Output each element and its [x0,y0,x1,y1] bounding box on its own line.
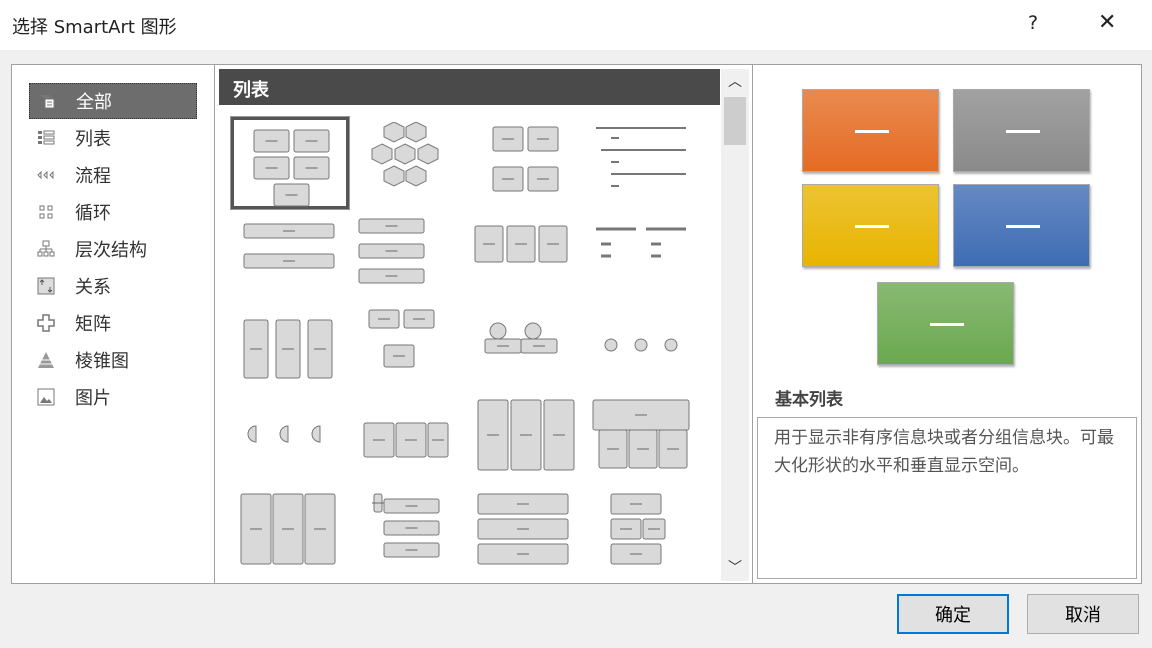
layout-thumbnail-icon [354,489,459,571]
category-label: 关系 [75,273,111,299]
layout-name: 基本列表 [775,385,843,410]
category-label: 矩阵 [75,310,111,336]
layout-thumbnail-icon [591,214,696,296]
cancel-button[interactable]: 取消 [1027,594,1139,634]
category-label: 图片 [75,384,111,410]
layout-thumbnail[interactable] [586,484,704,576]
layout-thumbnail[interactable] [468,393,586,485]
layout-thumbnail-icon [236,398,341,480]
layout-thumbnail[interactable] [349,117,467,209]
layout-thumbnail[interactable] [349,300,467,392]
layout-gallery: 列表 ︿ ﹀ [214,64,753,584]
layout-thumbnail[interactable] [231,117,349,209]
layout-thumbnail[interactable] [586,117,704,209]
layout-thumbnail-icon [354,122,459,204]
layout-thumbnail-icon [473,398,578,480]
process-icon [37,166,55,184]
layout-thumbnail-icon [591,305,696,387]
layout-thumbnail-icon [354,214,459,296]
dialog-title: 选择 SmartArt 图形 [12,13,177,39]
layout-description: 用于显示非有序信息块或者分组信息块。可最大化形状的水平和垂直显示空间。 [757,417,1137,579]
category-hierarchy[interactable]: 层次结构 [29,231,197,267]
layout-thumbnail[interactable] [468,117,586,209]
gallery-header: 列表 [219,69,720,105]
help-button[interactable]: ? [1028,12,1038,34]
layout-thumbnail-icon [591,398,696,480]
category-label: 全部 [76,88,112,114]
cycle-icon [37,203,55,221]
layout-thumbnail-icon [591,489,696,571]
layout-thumbnail[interactable] [586,393,704,485]
layout-thumbnail[interactable] [231,393,349,485]
category-process[interactable]: 流程 [29,157,197,193]
matrix-icon [37,314,55,332]
layout-thumbnail-icon [239,125,344,207]
layout-thumbnail[interactable] [468,484,586,576]
relationship-icon [37,277,55,295]
layout-thumbnail-icon [354,398,459,480]
layout-thumbnail[interactable] [231,484,349,576]
layout-thumbnail[interactable] [349,393,467,485]
layout-thumbnail-icon [473,214,578,296]
category-all[interactable]: 全部 [29,83,197,119]
preview-shape [953,89,1090,172]
picture-icon [37,388,55,406]
gallery-scrollbar[interactable]: ︿ ﹀ [721,69,749,581]
hierarchy-icon [37,240,55,258]
layout-thumbnail[interactable] [468,209,586,301]
preview-shape [802,184,939,267]
scroll-thumb[interactable] [724,97,746,145]
category-cycle[interactable]: 循环 [29,194,197,230]
category-matrix[interactable]: 矩阵 [29,305,197,341]
close-button[interactable]: ✕ [1098,10,1116,35]
layout-thumbnail[interactable] [586,209,704,301]
layout-thumbnail-icon [473,305,578,387]
scroll-up-icon[interactable]: ︿ [721,71,749,93]
category-pyramid[interactable]: 棱锥图 [29,342,197,378]
layout-thumbnail-icon [354,305,459,387]
layout-thumbnail-icon [473,122,578,204]
layout-thumbnail[interactable] [586,300,704,392]
layout-thumbnail[interactable] [231,300,349,392]
all-icon [38,92,56,110]
layout-thumbnail-icon [236,489,341,571]
layout-thumbnail[interactable] [231,209,349,301]
category-label: 棱锥图 [75,347,129,373]
category-label: 层次结构 [75,236,147,262]
layout-thumbnail-icon [236,305,341,387]
preview-shape [802,89,939,172]
preview-shape [953,184,1090,267]
layout-thumbnail[interactable] [468,300,586,392]
category-list[interactable]: 列表 [29,120,197,156]
pyramid-icon [37,351,55,369]
preview-panel: 基本列表 用于显示非有序信息块或者分组信息块。可最大化形状的水平和垂直显示空间。 [752,64,1142,584]
list-icon [37,129,55,147]
layout-thumbnail-icon [591,122,696,204]
category-label: 循环 [75,199,111,225]
layout-thumbnail-icon [473,489,578,571]
category-label: 列表 [75,125,111,151]
layout-thumbnail[interactable] [349,209,467,301]
title-bar: 选择 SmartArt 图形 ? ✕ [0,0,1152,50]
ok-button[interactable]: 确定 [897,594,1009,634]
category-label: 流程 [75,162,111,188]
layout-thumbnail[interactable] [349,484,467,576]
scroll-down-icon[interactable]: ﹀ [721,557,749,579]
category-list: 全部列表流程循环层次结构关系矩阵棱锥图图片 [11,64,215,584]
preview-shape [877,282,1014,365]
category-picture[interactable]: 图片 [29,379,197,415]
layout-thumbnail-icon [236,214,341,296]
category-relationship[interactable]: 关系 [29,268,197,304]
